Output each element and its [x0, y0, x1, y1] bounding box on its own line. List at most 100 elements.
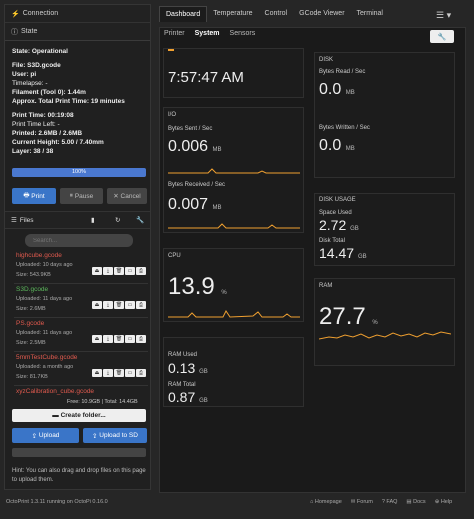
print-time-text: Print Time: 00:19:08 [12, 112, 74, 119]
select-icon[interactable]: ▭ [125, 301, 135, 309]
file-name[interactable]: xyzCalibration_cube.gcode [16, 388, 94, 395]
space-used-value: 2.72 GB [319, 217, 359, 233]
cpu-card: CPU 13.9 % [163, 248, 304, 322]
subtab-system[interactable]: System [195, 30, 220, 37]
file-size: Size: 2.5MB [16, 340, 46, 346]
clock-value: 7:57:47 AM [168, 69, 244, 86]
connection-header[interactable]: ⚡ Connection [5, 5, 150, 23]
hint-text: Hint: You can also drag and drop files o… [12, 468, 146, 483]
state-header[interactable]: ⓘ State [5, 23, 150, 41]
pause-button[interactable]: ⏸ Pause [60, 188, 103, 204]
timelapse-text: Timelapse: - [12, 80, 48, 87]
progress-fill: 100% [12, 168, 146, 177]
upload-progress [12, 448, 146, 457]
disk-total-value: 14.47 GB [319, 245, 367, 261]
forum-link[interactable]: ✉ Forum [351, 499, 373, 505]
signal-icon: ⚡ [11, 10, 20, 18]
approx-time-text: Approx. Total Print Time: 19 minutes [12, 98, 125, 105]
menu-icon[interactable]: ☰ ▾ [436, 10, 451, 21]
clock-card: 7:57:47 AM [163, 48, 304, 98]
print-file-icon[interactable]: ⎙ [136, 301, 146, 309]
print-file-icon[interactable]: ⎙ [136, 369, 146, 377]
print-file-icon[interactable]: ⎙ [136, 335, 146, 343]
download-icon[interactable]: ⤓ [103, 335, 113, 343]
file-item[interactable]: highcube.gcode Uploaded: 10 days ago Size:… [14, 251, 148, 284]
cpu-value: 13.9 % [168, 273, 227, 300]
print-button[interactable]: 🖶 Print [12, 188, 56, 204]
cancel-icon: ✕ [113, 193, 121, 200]
disk-usage-title: DISK USAGE [319, 197, 356, 203]
tab-terminal[interactable]: Terminal [351, 6, 389, 22]
ram-title: RAM [319, 283, 333, 289]
file-actions: ⏏ ⤓ 🗑 ▭ ⎙ [92, 369, 146, 377]
footer-links: ⌂ Homepage ✉ Forum ? FAQ ▤ Docs ⊕ Help [310, 499, 452, 505]
cpu-title: CPU [168, 253, 181, 259]
select-icon[interactable]: ▭ [125, 267, 135, 275]
download-icon[interactable]: ⤓ [103, 267, 113, 275]
file-uploaded: Uploaded: 11 days ago [16, 296, 73, 302]
refresh-icon[interactable]: ↻ [115, 216, 120, 224]
search-input[interactable] [25, 234, 133, 247]
file-size: Size: 81.7KB [16, 374, 48, 380]
disk-total-label: Disk Total [319, 238, 345, 244]
print-file-icon[interactable]: ⎙ [136, 267, 146, 275]
create-folder-button[interactable]: ▬ Create folder... [12, 409, 146, 422]
file-name[interactable]: PS.gcode [16, 320, 44, 327]
ram-total-value: 0.87 GB [168, 389, 208, 405]
help-link[interactable]: ⊕ Help [435, 499, 452, 505]
sd-icon[interactable]: ▮ [91, 216, 95, 224]
load-icon[interactable]: ⏏ [92, 267, 102, 275]
homepage-link[interactable]: ⌂ Homepage [310, 499, 342, 505]
file-name[interactable]: highcube.gcode [16, 252, 62, 259]
layer-text: Layer: 38 / 38 [12, 148, 54, 155]
tab-control[interactable]: Control [259, 6, 294, 22]
sidebar: ⚡ Connection ⓘ State State: Operational Fi… [4, 4, 151, 490]
download-icon[interactable]: ⤓ [103, 301, 113, 309]
bytes-read-label: Bytes Read / Sec [319, 69, 366, 75]
file-item[interactable]: 5mmTestCube.gcode Uploaded: a month ago Si… [14, 353, 148, 386]
subtab-printer[interactable]: Printer [164, 30, 185, 37]
docs-link[interactable]: ▤ Docs [406, 499, 425, 505]
tab-dashboard[interactable]: Dashboard [159, 6, 208, 22]
tab-temperature[interactable]: Temperature [207, 6, 258, 22]
faq-link[interactable]: ? FAQ [382, 499, 398, 505]
delete-icon[interactable]: 🗑 [114, 267, 124, 275]
load-icon[interactable]: ⏏ [92, 335, 102, 343]
folder-icon: ▬ [52, 412, 61, 419]
select-icon[interactable]: ▭ [125, 369, 135, 377]
main-tabs: Dashboard Temperature Control GCode Viewer T… [159, 6, 389, 22]
cancel-button[interactable]: ✕ Cancel [107, 188, 147, 204]
ram-used-value: 0.13 GB [168, 360, 208, 376]
file-item[interactable]: PS.gcode Uploaded: 11 days ago Size: 2.5MB… [14, 319, 148, 352]
delete-icon[interactable]: 🗑 [114, 335, 124, 343]
upload-button[interactable]: ⇪ Upload [12, 428, 79, 443]
file-item[interactable]: xyzCalibration_cube.gcode [14, 387, 148, 399]
file-size: Size: 2.6MB [16, 306, 46, 312]
settings-icon[interactable]: 🔧 [430, 30, 454, 43]
load-icon[interactable]: ⏏ [92, 301, 102, 309]
delete-icon[interactable]: 🗑 [114, 369, 124, 377]
upload-sd-button[interactable]: ⇪ Upload to SD [83, 428, 147, 443]
load-icon[interactable]: ⏏ [92, 369, 102, 377]
wrench-icon[interactable]: 🔧 [136, 216, 144, 224]
download-icon[interactable]: ⤓ [103, 369, 113, 377]
select-icon[interactable]: ▭ [125, 335, 135, 343]
file-item[interactable]: S3D.gcode Uploaded: 11 days ago Size: 2.6M… [14, 285, 148, 318]
filament-text: Filament (Tool 0): 1.44m [12, 89, 86, 96]
bytes-written-value: 0.0 MB [319, 137, 355, 154]
bytes-sent-sparkline [168, 168, 300, 174]
tab-gcode-viewer[interactable]: GCode Viewer [293, 6, 350, 22]
ram-sparkline [319, 331, 451, 340]
file-actions: ⏏ ⤓ 🗑 ▭ ⎙ [92, 301, 146, 309]
bytes-written-label: Bytes Written / Sec [319, 125, 370, 131]
disk-title: DISK [319, 57, 334, 63]
list-icon: ☰ [11, 217, 17, 224]
delete-icon[interactable]: 🗑 [114, 301, 124, 309]
file-name[interactable]: S3D.gcode [16, 286, 48, 293]
file-name[interactable]: 5mmTestCube.gcode [16, 354, 77, 361]
print-time-left-text: Print Time Left: - [12, 121, 60, 128]
print-icon: 🖶 [23, 191, 32, 199]
subtab-sensors[interactable]: Sensors [230, 30, 256, 37]
progress-bar: 100% [12, 168, 146, 177]
file-text: File: S3D.gcode [12, 62, 61, 69]
